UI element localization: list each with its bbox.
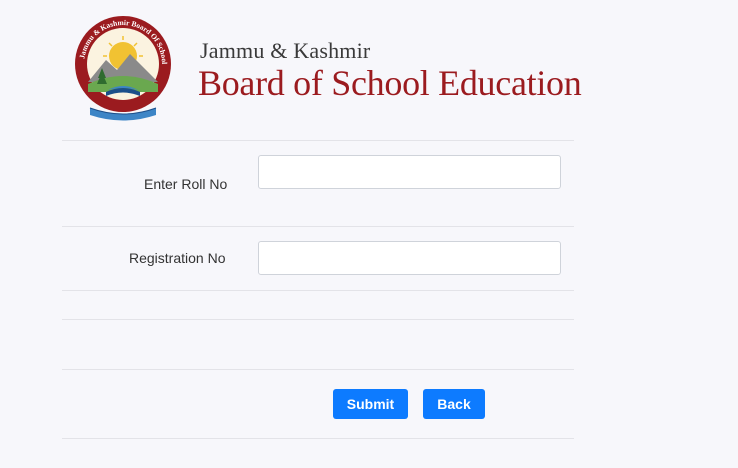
back-button[interactable]: Back	[423, 389, 485, 419]
divider	[62, 438, 574, 439]
divider	[62, 226, 574, 227]
jkbose-logo: Jammu & Kashmir Board Of School Educatio…	[72, 12, 171, 121]
roll-no-label: Enter Roll No	[144, 176, 228, 192]
divider	[62, 140, 574, 141]
registration-no-label: Registration No	[129, 250, 226, 266]
org-title: Board of School Education	[198, 63, 582, 103]
divider	[62, 369, 574, 370]
org-subtitle: Jammu & Kashmir	[200, 38, 371, 63]
divider	[62, 290, 574, 291]
submit-button[interactable]: Submit	[333, 389, 408, 419]
divider	[62, 319, 574, 320]
page-header: Jammu & Kashmir Board Of School Educatio…	[62, 0, 582, 140]
registration-no-input[interactable]	[258, 241, 561, 275]
roll-no-input[interactable]	[258, 155, 561, 189]
